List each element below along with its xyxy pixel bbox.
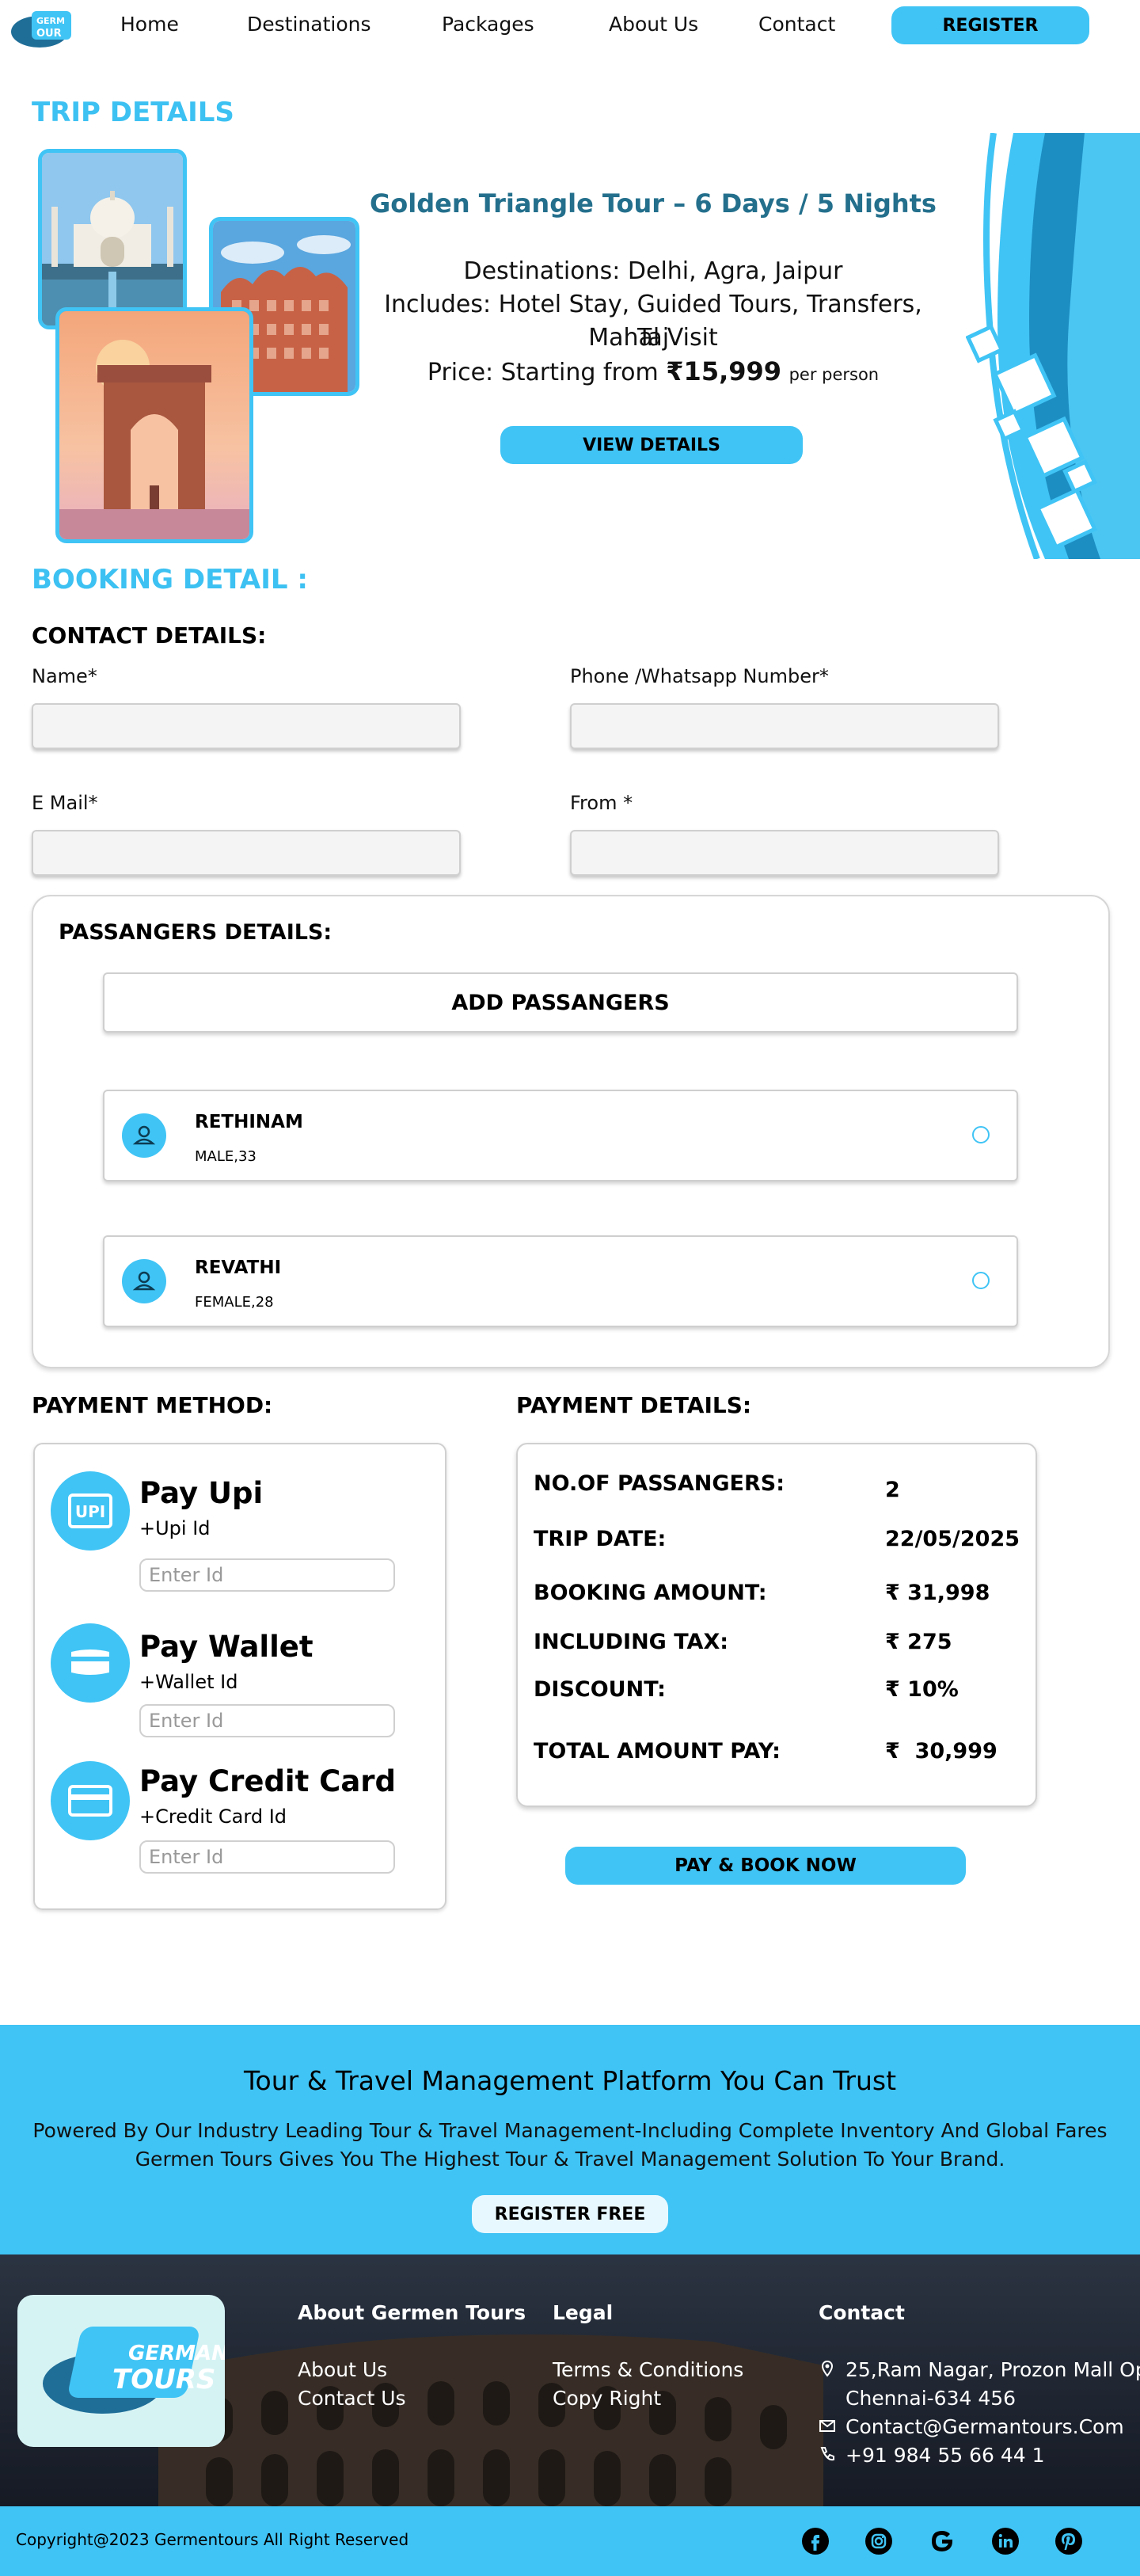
passenger-name: RETHINAM bbox=[195, 1112, 303, 1132]
discount-label: DISCOUNT: bbox=[534, 1677, 666, 1702]
tax-value: ₹ 275 bbox=[885, 1630, 952, 1654]
pay-wallet-sub: +Wallet Id bbox=[139, 1671, 238, 1693]
passenger-card[interactable]: RETHINAM MALE,33 bbox=[103, 1090, 1018, 1181]
credit-card-icon[interactable] bbox=[51, 1761, 130, 1840]
instagram-icon[interactable] bbox=[864, 2527, 893, 2555]
add-passengers-button[interactable]: ADD PASSANGERS bbox=[103, 972, 1018, 1033]
footer-contact-heading: Contact bbox=[819, 2301, 905, 2324]
trip-date-value: 22/05/2025 bbox=[885, 1527, 1020, 1551]
footer-link-copyright[interactable]: Copy Right bbox=[553, 2387, 661, 2410]
view-details-button[interactable]: VIEW DETAILS bbox=[500, 426, 803, 464]
discount-value: ₹ 10% bbox=[885, 1677, 959, 1702]
passenger-select-radio[interactable] bbox=[972, 1272, 990, 1289]
trip-date-label: TRIP DATE: bbox=[534, 1527, 667, 1551]
linkedin-icon[interactable] bbox=[991, 2527, 1020, 2555]
location-pin-icon bbox=[821, 2360, 834, 2377]
phone-icon bbox=[820, 2447, 834, 2461]
svg-text:UPI: UPI bbox=[75, 1502, 105, 1521]
name-label: Name* bbox=[32, 665, 97, 687]
trust-text-line2: Germen Tours Gives You The Highest Tour … bbox=[135, 2148, 1005, 2171]
pay-credit-card-title: Pay Credit Card bbox=[139, 1764, 397, 1798]
phone-field[interactable] bbox=[570, 703, 999, 749]
facebook-icon[interactable] bbox=[801, 2527, 830, 2555]
payment-details-heading: PAYMENT DETAILS: bbox=[516, 1392, 752, 1418]
nav-about-us[interactable]: About Us bbox=[609, 13, 698, 36]
passenger-name: REVATHI bbox=[195, 1258, 282, 1278]
user-icon bbox=[122, 1113, 166, 1158]
passenger-info: MALE,33 bbox=[195, 1148, 256, 1165]
passenger-select-radio[interactable] bbox=[972, 1126, 990, 1143]
tax-label: INCLUDING TAX: bbox=[534, 1630, 729, 1654]
svg-text:TOURS: TOURS bbox=[112, 2364, 215, 2395]
user-icon bbox=[122, 1259, 166, 1303]
nav-home[interactable]: Home bbox=[120, 13, 179, 36]
price-suffix: per person bbox=[788, 365, 880, 384]
pay-upi-title: Pay Upi bbox=[139, 1476, 264, 1510]
email-field[interactable] bbox=[32, 830, 461, 876]
nav-contact[interactable]: Contact bbox=[758, 13, 835, 36]
passenger-card[interactable]: REVATHI FEMALE,28 bbox=[103, 1235, 1018, 1327]
pay-wallet-title: Pay Wallet bbox=[139, 1630, 314, 1664]
booking-detail-title: BOOKING DETAIL : bbox=[32, 564, 308, 595]
nav-packages[interactable]: Packages bbox=[442, 13, 534, 36]
total-amount-label: TOTAL AMOUNT PAY: bbox=[534, 1739, 781, 1764]
trip-details-title: TRIP DETAILS bbox=[32, 97, 234, 128]
svg-text:GERMAN: GERMAN bbox=[128, 2342, 225, 2365]
pay-book-now-button[interactable]: PAY & BOOK NOW bbox=[565, 1847, 966, 1885]
wallet-id-input[interactable] bbox=[139, 1704, 395, 1737]
footer-phone[interactable]: +91 984 55 66 44 1 bbox=[846, 2444, 1045, 2467]
taj-mahal-photo bbox=[38, 149, 187, 329]
decorative-wave bbox=[966, 133, 1140, 559]
trip-price: Price: Starting from ₹15,999 per person bbox=[372, 355, 934, 391]
booking-amount-value: ₹ 31,998 bbox=[885, 1581, 990, 1605]
wallet-icon[interactable] bbox=[51, 1623, 130, 1703]
passengers-count-value: 2 bbox=[885, 1478, 900, 1502]
india-gate-photo bbox=[55, 307, 253, 543]
trust-title: Tour & Travel Management Platform You Ca… bbox=[243, 2065, 897, 2096]
footer-address-line2: Chennai-634 456 bbox=[846, 2387, 1016, 2410]
footer-address-line1: 25,Ram Nagar, Prozon Mall Opp bbox=[846, 2358, 1140, 2381]
trip-includes-line2: Mahal Visit bbox=[588, 324, 718, 352]
payment-method-heading: PAYMENT METHOD: bbox=[32, 1392, 273, 1418]
register-free-button[interactable]: REGISTER FREE bbox=[472, 2195, 668, 2233]
brand-logo[interactable]: GERM OUR bbox=[8, 5, 76, 49]
upi-icon[interactable]: UPI bbox=[51, 1471, 130, 1551]
contact-details-heading: CONTACT DETAILS: bbox=[32, 622, 267, 649]
from-label: From * bbox=[570, 792, 633, 814]
email-label: E Mail* bbox=[32, 792, 98, 814]
upi-id-input[interactable] bbox=[139, 1558, 395, 1592]
booking-amount-label: BOOKING AMOUNT: bbox=[534, 1581, 767, 1605]
footer-email[interactable]: Contact@Germantours.Com bbox=[846, 2415, 1124, 2438]
tour-title: Golden Triangle Tour – 6 Days / 5 Nights bbox=[370, 188, 937, 219]
from-field[interactable] bbox=[570, 830, 999, 876]
mail-icon bbox=[819, 2420, 835, 2432]
pinterest-icon[interactable] bbox=[1054, 2527, 1083, 2555]
footer-about-heading: About Germen Tours bbox=[298, 2301, 526, 2324]
svg-text:OUR: OUR bbox=[36, 28, 62, 40]
credit-card-id-input[interactable] bbox=[139, 1840, 395, 1874]
nav-destinations[interactable]: Destinations bbox=[247, 13, 370, 36]
total-amount-value: ₹ 30,999 bbox=[885, 1739, 998, 1764]
trip-destinations: Destinations: Delhi, Agra, Jaipur bbox=[463, 257, 843, 285]
copyright-text: Copyright@2023 Germentours All Right Res… bbox=[16, 2530, 409, 2549]
footer-legal-heading: Legal bbox=[553, 2301, 614, 2324]
trust-text-line1: Powered By Our Industry Leading Tour & T… bbox=[32, 2119, 1108, 2142]
footer-link-about-us[interactable]: About Us bbox=[298, 2358, 387, 2381]
footer-link-terms[interactable]: Terms & Conditions bbox=[553, 2358, 743, 2381]
passengers-count-label: NO.OF PASSANGERS: bbox=[534, 1471, 785, 1496]
price-value: ₹15,999 bbox=[666, 356, 782, 386]
passengers-heading: PASSANGERS DETAILS: bbox=[59, 920, 332, 945]
pay-credit-card-sub: +Credit Card Id bbox=[139, 1805, 287, 1828]
footer-link-contact-us[interactable]: Contact Us bbox=[298, 2387, 406, 2410]
price-prefix: Price: Starting from bbox=[427, 359, 659, 386]
phone-label: Phone /Whatsapp Number* bbox=[570, 665, 829, 687]
register-button[interactable]: REGISTER bbox=[891, 6, 1089, 44]
google-icon[interactable] bbox=[928, 2527, 956, 2555]
top-nav: GERM OUR Home Destinations Packages Abou… bbox=[0, 0, 1140, 52]
pay-upi-sub: +Upi Id bbox=[139, 1517, 211, 1539]
svg-text:GERM: GERM bbox=[36, 16, 65, 26]
name-field[interactable] bbox=[32, 703, 461, 749]
passenger-info: FEMALE,28 bbox=[195, 1294, 274, 1311]
footer-brand-logo[interactable]: GERMAN TOURS bbox=[17, 2295, 229, 2447]
